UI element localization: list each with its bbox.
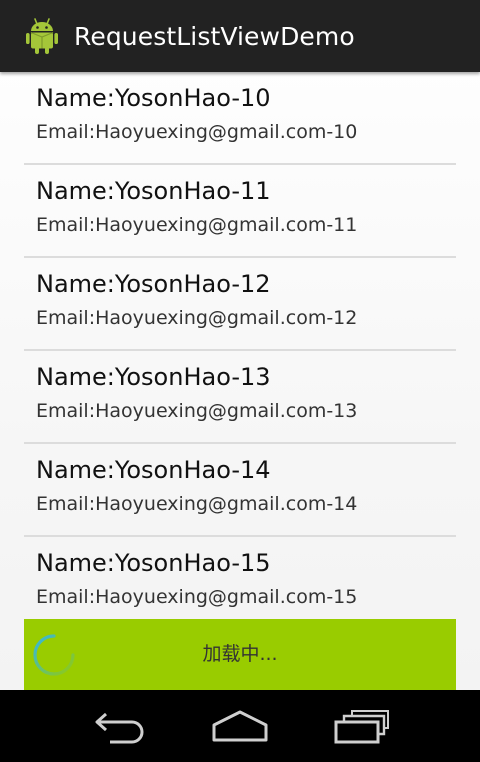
item-name: Name:YosonHao-13 [36,363,271,391]
list-item[interactable]: Name:YosonHao-13 Email:Haoyuexing@gmail.… [24,351,456,444]
android-robot-icon[interactable] [22,16,62,56]
item-email: Email:Haoyuexing@gmail.com-13 [36,400,358,422]
request-list[interactable]: Name:YosonHao-10 Email:Haoyuexing@gmail.… [24,72,456,630]
item-name: Name:YosonHao-11 [36,177,271,205]
item-name: Name:YosonHao-15 [36,549,271,577]
item-name: Name:YosonHao-10 [36,84,271,112]
item-name: Name:YosonHao-14 [36,456,271,484]
screen: RequestListViewDemo Name:YosonHao-10 Ema… [0,0,480,762]
list-item[interactable]: Name:YosonHao-14 Email:Haoyuexing@gmail.… [24,444,456,537]
list-item[interactable]: Name:YosonHao-10 Email:Haoyuexing@gmail.… [24,72,456,165]
list-item[interactable]: Name:YosonHao-15 Email:Haoyuexing@gmail.… [24,537,456,630]
list-item[interactable]: Name:YosonHao-12 Email:Haoyuexing@gmail.… [24,258,456,351]
home-icon[interactable] [210,708,270,744]
item-email: Email:Haoyuexing@gmail.com-12 [36,307,358,329]
action-bar: RequestListViewDemo [0,0,480,72]
navigation-bar [0,690,480,762]
back-icon[interactable] [90,708,150,744]
loading-text: 加载中... [202,643,278,665]
loading-footer: 加载中... [24,619,456,690]
item-name: Name:YosonHao-12 [36,270,271,298]
item-email: Email:Haoyuexing@gmail.com-15 [36,586,358,608]
list-item[interactable]: Name:YosonHao-11 Email:Haoyuexing@gmail.… [24,165,456,258]
recent-apps-icon[interactable] [332,708,392,744]
item-email: Email:Haoyuexing@gmail.com-14 [36,493,358,515]
item-email: Email:Haoyuexing@gmail.com-10 [36,121,358,143]
app-title: RequestListViewDemo [74,21,355,51]
item-email: Email:Haoyuexing@gmail.com-11 [36,214,358,236]
